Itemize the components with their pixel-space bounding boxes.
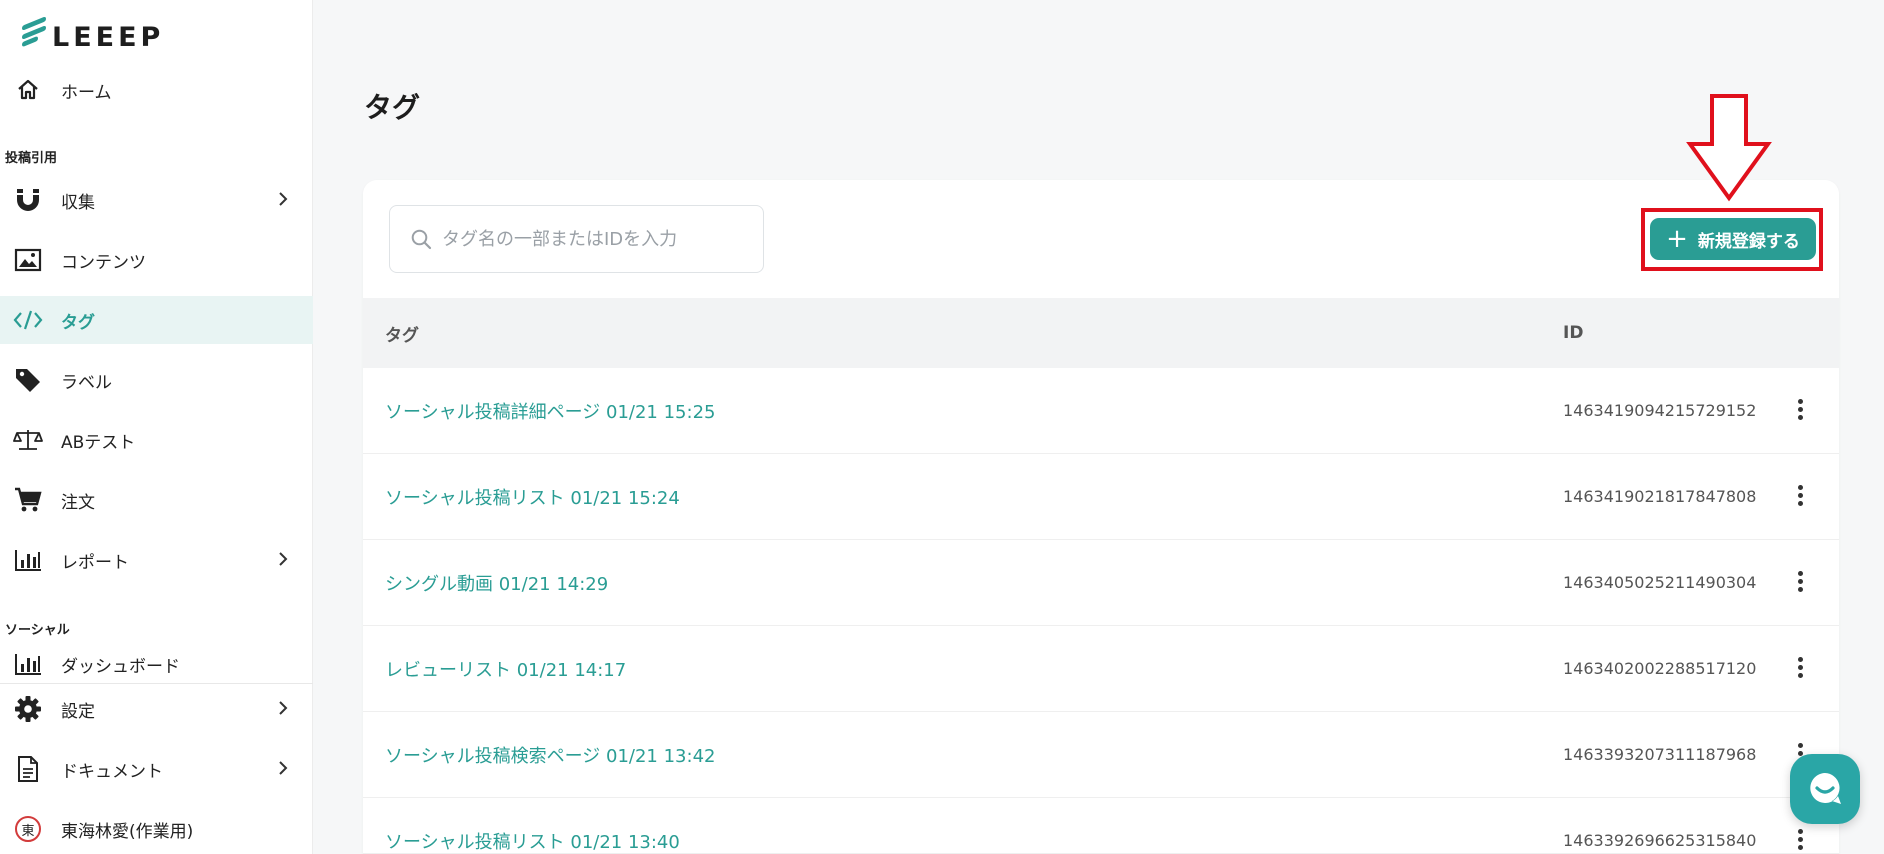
label-icon <box>13 365 43 395</box>
sidebar-item-home[interactable]: ホーム <box>0 66 313 114</box>
more-options-icon[interactable] <box>1785 480 1815 510</box>
chevron-right-icon <box>273 758 293 778</box>
logo-mark-icon <box>22 15 48 53</box>
sidebar-divider <box>0 683 313 684</box>
column-header-id[interactable]: ID <box>1563 323 1583 343</box>
sidebar-item-label: 収集 <box>61 192 95 213</box>
sidebar-item-labels[interactable]: ラベル <box>0 356 313 404</box>
tag-name-link[interactable]: ソーシャル投稿検索ページ 01/21 13:42 <box>385 742 715 768</box>
sidebar-item-documents[interactable]: ドキュメント <box>0 745 313 793</box>
tag-id: 1463393207311187968 <box>1563 745 1757 764</box>
tag-name-link[interactable]: ソーシャル投稿詳細ページ 01/21 15:25 <box>385 398 715 424</box>
table-header: タグ ID <box>363 298 1839 368</box>
code-icon <box>13 305 43 335</box>
annotation-highlight-box <box>1641 208 1823 271</box>
sidebar-item-label: ホーム <box>61 82 112 103</box>
sidebar-item-label: 注文 <box>61 492 95 513</box>
sidebar-item-user[interactable]: 東 東海林愛(作業用) <box>0 805 313 853</box>
sidebar-item-label: ABテスト <box>61 432 136 453</box>
sidebar-item-reports[interactable]: レポート <box>0 536 313 584</box>
more-options-icon[interactable] <box>1785 394 1815 424</box>
home-icon <box>13 75 43 105</box>
sidebar-item-label: レポート <box>61 552 129 573</box>
logo-text: LEEEP <box>52 21 165 53</box>
gear-icon <box>13 694 43 724</box>
sidebar-item-settings[interactable]: 設定 <box>0 685 313 733</box>
search-field[interactable] <box>389 205 764 273</box>
avatar: 東 <box>13 814 43 844</box>
tag-id: 1463402002288517120 <box>1563 659 1757 678</box>
table-row: ソーシャル投稿リスト 01/21 15:24 14634190218178478… <box>363 454 1839 540</box>
tag-name-link[interactable]: ソーシャル投稿リスト 01/21 15:24 <box>385 484 680 510</box>
more-options-icon[interactable] <box>1785 566 1815 596</box>
magnet-icon <box>13 185 43 215</box>
search-icon <box>410 228 432 250</box>
sidebar-item-contents[interactable]: コンテンツ <box>0 236 313 284</box>
tag-id: 1463405025211490304 <box>1563 573 1757 592</box>
tag-id: 1463419094215729152 <box>1563 401 1757 420</box>
table-row: シングル動画 01/21 14:29 1463405025211490304 <box>363 540 1839 626</box>
sidebar-item-dashboard[interactable]: ダッシュボード <box>0 646 313 682</box>
chevron-right-icon <box>273 549 293 569</box>
sidebar-item-collect[interactable]: 収集 <box>0 176 313 224</box>
section-label-posts: 投稿引用 <box>5 151 58 166</box>
tag-id: 1463419021817847808 <box>1563 487 1757 506</box>
sidebar-item-label: ドキュメント <box>61 761 163 782</box>
logo[interactable]: LEEEP <box>22 14 164 54</box>
tag-name-link[interactable]: ソーシャル投稿リスト 01/21 13:40 <box>385 828 680 853</box>
chevron-right-icon <box>273 698 293 718</box>
sidebar-item-orders[interactable]: 注文 <box>0 476 313 524</box>
sidebar-item-label: 設定 <box>61 701 95 722</box>
table-row: ソーシャル投稿詳細ページ 01/21 15:25 146341909421572… <box>363 368 1839 454</box>
sidebar-item-abtest[interactable]: ABテスト <box>0 416 313 464</box>
app-root: LEEEP ホーム 投稿引用 収集 コンテンツ タグ ラベル ABテスト 注文 … <box>0 0 1884 854</box>
sidebar-item-label: タグ <box>61 312 95 333</box>
avatar-initial: 東 <box>15 816 41 842</box>
chevron-right-icon <box>273 189 293 209</box>
sidebar: LEEEP ホーム 投稿引用 収集 コンテンツ タグ ラベル ABテスト 注文 … <box>0 0 313 854</box>
chat-icon <box>1810 773 1841 804</box>
bar-chart-icon <box>13 545 43 575</box>
table-row: レビューリスト 01/21 14:17 1463402002288517120 <box>363 626 1839 712</box>
more-options-icon[interactable] <box>1785 652 1815 682</box>
page-title: タグ <box>364 91 421 124</box>
scale-icon <box>13 425 43 455</box>
document-icon <box>13 754 43 784</box>
chat-button[interactable] <box>1790 754 1860 824</box>
sidebar-item-label: ダッシュボード <box>61 656 180 677</box>
column-header-tag[interactable]: タグ <box>385 321 419 346</box>
table-row: ソーシャル投稿検索ページ 01/21 13:42 146339320731118… <box>363 712 1839 798</box>
bar-chart-icon <box>13 649 43 679</box>
tag-name-link[interactable]: レビューリスト 01/21 14:17 <box>385 656 626 682</box>
table-row: ソーシャル投稿リスト 01/21 13:40 14633926966253158… <box>363 798 1839 854</box>
section-label-social: ソーシャル <box>5 623 70 638</box>
sidebar-item-label: 東海林愛(作業用) <box>61 821 194 842</box>
sidebar-item-label: コンテンツ <box>61 252 146 273</box>
search-input[interactable] <box>442 228 742 250</box>
annotation-arrow-icon <box>1686 94 1772 202</box>
sidebar-item-label: ラベル <box>61 372 112 393</box>
sidebar-item-tags[interactable]: タグ <box>0 296 313 344</box>
tag-id: 1463392696625315840 <box>1563 831 1757 850</box>
tag-name-link[interactable]: シングル動画 01/21 14:29 <box>385 570 608 596</box>
more-options-icon[interactable] <box>1785 824 1815 853</box>
cart-icon <box>13 485 43 515</box>
image-icon <box>13 245 43 275</box>
